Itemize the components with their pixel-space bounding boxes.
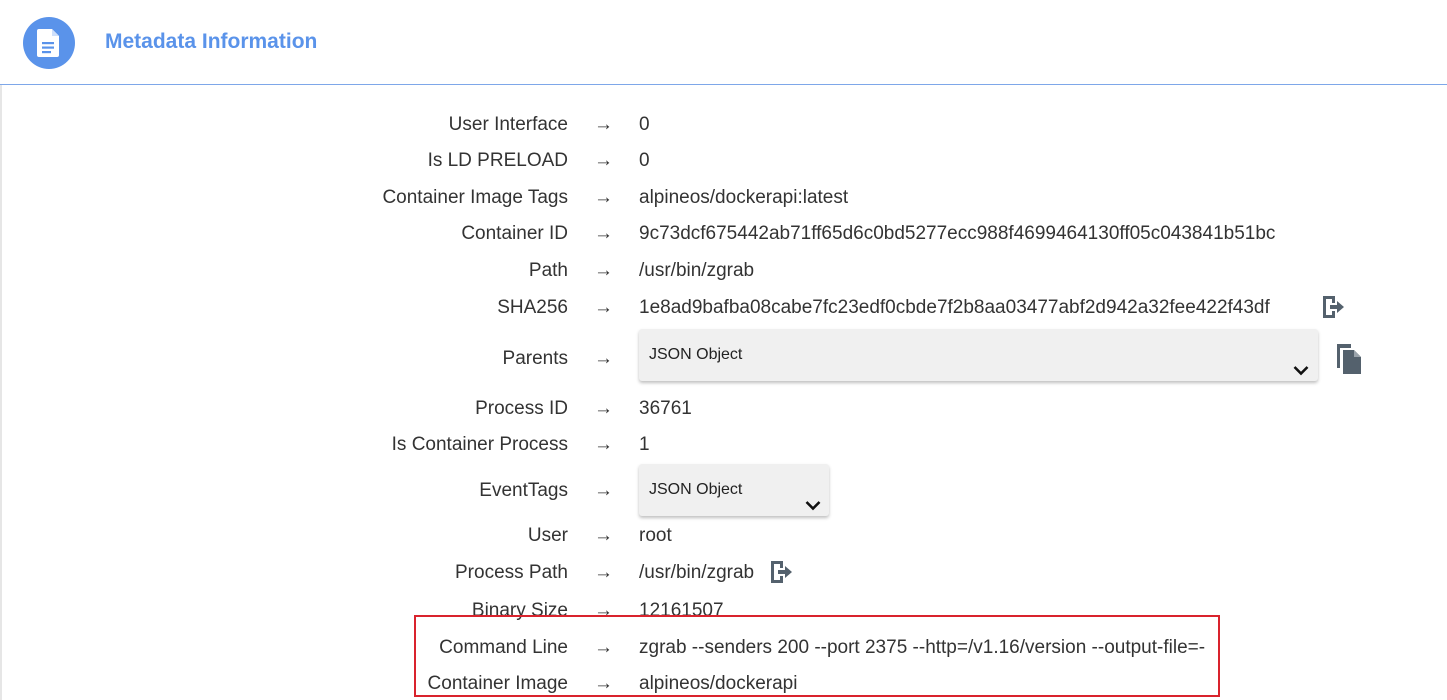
- arrow-glyph: →: [594, 398, 613, 419]
- field-value: 0: [639, 114, 650, 135]
- field-value: 1e8ad9bafba08cabe7fc23edf0cbde7f2b8aa034…: [639, 297, 1270, 318]
- arrow-glyph: →: [594, 150, 613, 171]
- arrow-glyph: →: [594, 223, 613, 244]
- metadata-header: Metadata Information: [0, 0, 1447, 85]
- copy-icon[interactable]: [1335, 344, 1363, 379]
- open-external-icon[interactable]: [1320, 294, 1346, 325]
- field-value: alpineos/dockerapi:latest: [639, 187, 849, 208]
- arrow-glyph: →: [594, 434, 613, 455]
- field-label: Container ID: [461, 223, 568, 244]
- field-label: Process Path: [455, 562, 568, 583]
- document-icon: [23, 17, 75, 69]
- arrow-glyph: →: [594, 525, 613, 546]
- arrow-glyph: →: [594, 348, 613, 369]
- field-user-interface: User Interface → 0: [0, 110, 1447, 140]
- field-value: root: [639, 525, 672, 546]
- open-external-icon[interactable]: [768, 559, 794, 590]
- arrow-glyph: →: [594, 562, 613, 583]
- field-label: Container Image Tags: [382, 187, 568, 208]
- field-value: /usr/bin/zgrab: [639, 260, 755, 281]
- field-label: User: [527, 525, 568, 546]
- field-label: Parents: [502, 348, 568, 369]
- arrow-glyph: →: [594, 480, 613, 501]
- field-label: Process ID: [475, 398, 568, 419]
- field-label: Is LD PRELOAD: [427, 150, 568, 171]
- arrow-glyph: →: [594, 187, 613, 208]
- field-value: 0: [639, 150, 650, 171]
- field-is-container-process: Is Container Process → 1: [0, 430, 1447, 460]
- field-user: User → root: [0, 521, 1447, 551]
- arrow-glyph: →: [594, 260, 613, 281]
- select-value: JSON Object: [649, 346, 743, 363]
- field-label: Is Container Process: [391, 434, 568, 455]
- field-path: Path → /usr/bin/zgrab: [0, 256, 1447, 286]
- field-container-image-tags: Container Image Tags → alpineos/dockerap…: [0, 183, 1447, 213]
- field-process-path: Process Path → /usr/bin/zgrab: [0, 558, 1447, 588]
- field-value: 36761: [639, 398, 692, 419]
- page-title: Metadata Information: [105, 30, 318, 53]
- field-value: /usr/bin/zgrab: [639, 562, 755, 583]
- field-is-ld-preload: Is LD PRELOAD → 0: [0, 146, 1447, 176]
- field-label: Path: [528, 260, 568, 281]
- field-process-id: Process ID → 36761: [0, 394, 1447, 424]
- field-value: 9c73dcf675442ab71ff65d6c0bd5277ecc988f46…: [639, 223, 1276, 244]
- field-label: User Interface: [448, 114, 568, 135]
- arrow-glyph: →: [594, 114, 613, 135]
- field-value: 1: [639, 434, 650, 455]
- field-sha256: SHA256 → 1e8ad9bafba08cabe7fc23edf0cbde7…: [0, 293, 1447, 323]
- select-value: JSON Object: [649, 481, 743, 498]
- event-tags-json-select[interactable]: JSON Object: [639, 464, 829, 516]
- field-label: SHA256: [497, 297, 568, 318]
- arrow-glyph: →: [594, 297, 613, 318]
- chevron-down-icon: [1293, 347, 1309, 399]
- parents-json-select[interactable]: JSON Object: [639, 329, 1318, 381]
- field-container-id: Container ID → 9c73dcf675442ab71ff65d6c0…: [0, 219, 1447, 249]
- field-label: EventTags: [479, 480, 568, 501]
- highlight-box: [414, 615, 1220, 697]
